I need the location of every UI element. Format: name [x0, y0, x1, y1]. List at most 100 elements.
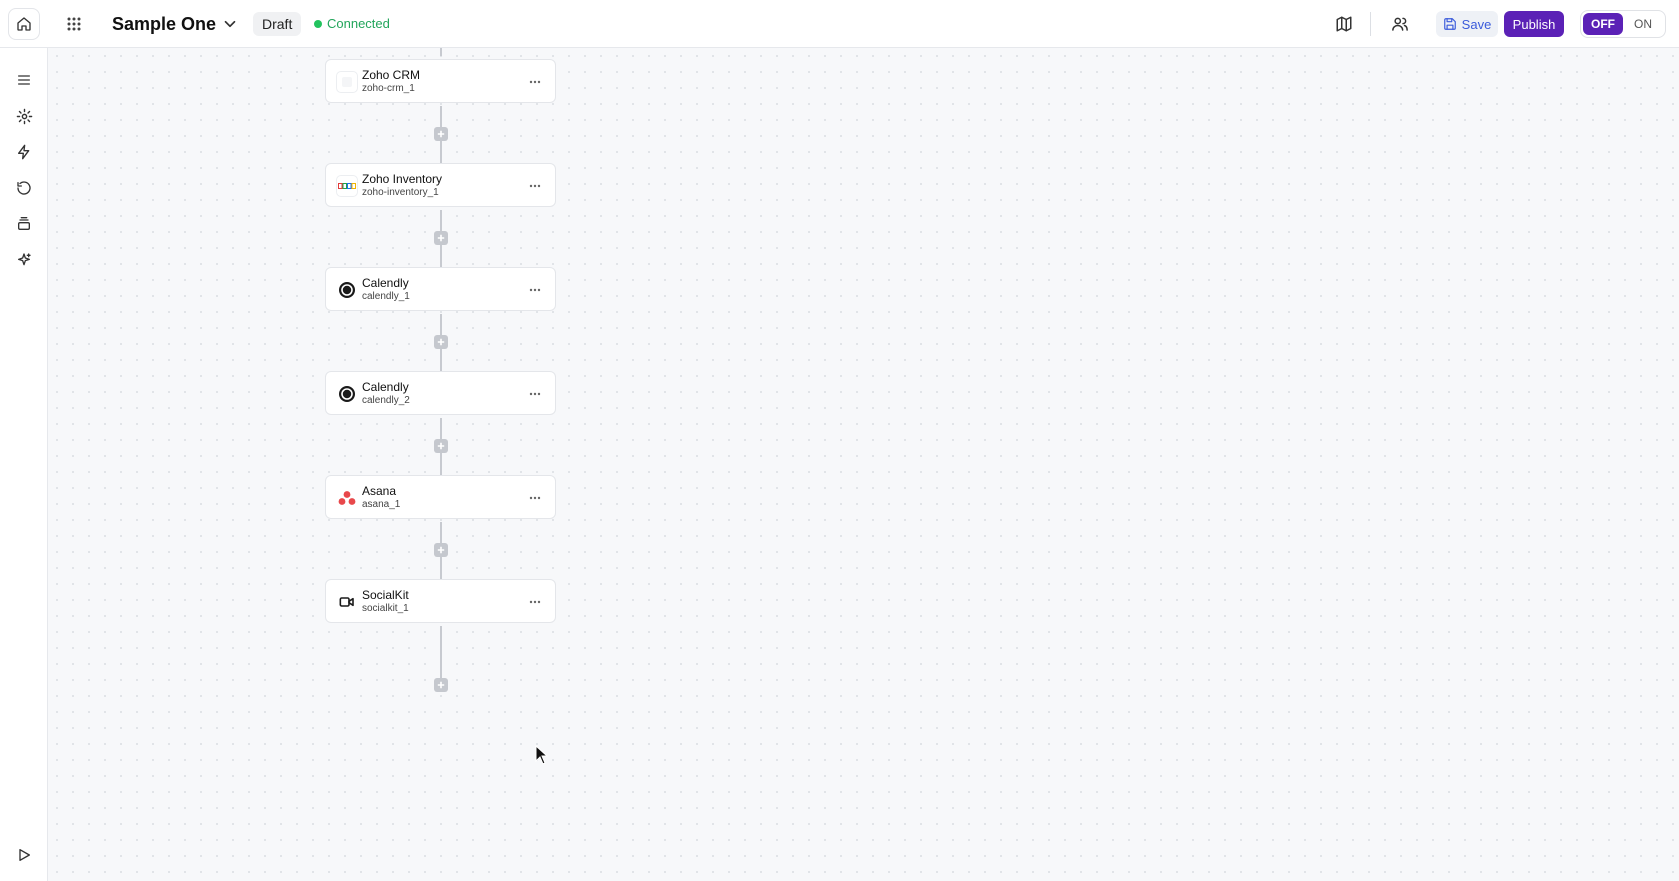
users-icon — [1392, 17, 1408, 31]
sidebar-item-layers[interactable] — [12, 212, 36, 236]
node-subtitle: calendly_1 — [362, 291, 410, 302]
connector-line — [440, 210, 442, 232]
calendly-icon — [336, 383, 358, 405]
plus-icon — [437, 234, 445, 242]
apps-grid-icon — [67, 17, 81, 31]
plus-icon — [437, 681, 445, 689]
workflow-toggle[interactable]: OFF ON — [1580, 10, 1666, 38]
sidebar-item-ai[interactable] — [12, 248, 36, 272]
more-horizontal-icon — [529, 600, 541, 604]
publish-button[interactable]: Publish — [1504, 11, 1564, 37]
mouse-cursor-icon — [535, 745, 549, 765]
connection-status: Connected — [314, 14, 390, 34]
add-step-button[interactable] — [434, 127, 448, 141]
toggle-off-option[interactable]: OFF — [1583, 13, 1623, 35]
plus-icon — [437, 546, 445, 554]
status-dot-icon — [314, 20, 322, 28]
apps-grid-button[interactable] — [62, 12, 86, 36]
play-icon — [19, 849, 30, 861]
connector-line — [440, 626, 442, 678]
node-title: Zoho Inventory — [362, 172, 443, 186]
flow-node-calendly-2[interactable]: Calendly calendly_2 — [325, 371, 556, 415]
connector-line — [440, 48, 442, 56]
workflow-canvas[interactable]: Zoho CRM zoho-crm_1 Zoho Inventory zoho-… — [49, 48, 1679, 881]
node-subtitle: zoho-inventory_1 — [362, 187, 439, 198]
node-title: Calendly — [362, 276, 409, 290]
node-subtitle: asana_1 — [362, 499, 401, 510]
zoho-inventory-icon — [336, 175, 358, 197]
home-icon — [17, 17, 31, 31]
node-title: Calendly — [362, 380, 409, 394]
node-title: Asana — [362, 484, 397, 498]
flow-node-zoho-inventory[interactable]: Zoho Inventory zoho-inventory_1 — [325, 163, 556, 207]
save-button[interactable]: Save — [1436, 11, 1498, 37]
node-more-button[interactable] — [525, 280, 545, 300]
node-more-button[interactable] — [525, 488, 545, 508]
sidebar-item-history[interactable] — [12, 176, 36, 200]
more-horizontal-icon — [529, 288, 541, 292]
toggle-on-option[interactable]: ON — [1623, 13, 1663, 35]
flow-node-socialkit[interactable]: SocialKit socialkit_1 — [325, 579, 556, 623]
flow-node-zoho-crm[interactable]: Zoho CRM zoho-crm_1 — [325, 59, 556, 103]
node-subtitle: calendly_2 — [362, 395, 410, 406]
connector-line — [440, 557, 442, 579]
node-subtitle: zoho-crm_1 — [362, 83, 415, 94]
add-step-button[interactable] — [434, 678, 448, 692]
add-step-button[interactable] — [434, 543, 448, 557]
sidebar-item-run[interactable] — [12, 843, 36, 867]
node-more-button[interactable] — [525, 384, 545, 404]
lightning-icon — [18, 144, 30, 160]
node-more-button[interactable] — [525, 592, 545, 612]
connector-line — [440, 314, 442, 336]
connector-line — [440, 418, 442, 440]
more-horizontal-icon — [529, 80, 541, 84]
plus-icon — [437, 130, 445, 138]
more-horizontal-icon — [529, 496, 541, 500]
history-icon — [17, 181, 31, 195]
node-more-button[interactable] — [525, 72, 545, 92]
connection-status-label: Connected — [327, 16, 390, 31]
flow-node-calendly-1[interactable]: Calendly calendly_1 — [325, 267, 556, 311]
sidebar-item-settings[interactable] — [12, 104, 36, 128]
node-title: SocialKit — [362, 588, 409, 602]
home-button[interactable] — [8, 8, 40, 40]
draft-badge: Draft — [253, 12, 302, 36]
top-bar: Sample One Draft Connected Save Publish … — [0, 0, 1679, 48]
add-step-button[interactable] — [434, 335, 448, 349]
left-sidebar — [0, 48, 48, 881]
flow-node-asana[interactable]: Asana asana_1 — [325, 475, 556, 519]
sidebar-item-triggers[interactable] — [12, 140, 36, 164]
more-horizontal-icon — [529, 184, 541, 188]
plus-icon — [437, 442, 445, 450]
page-title[interactable]: Sample One — [112, 12, 216, 36]
connector-line — [440, 245, 442, 267]
sparkle-icon — [18, 253, 31, 266]
node-more-button[interactable] — [525, 176, 545, 196]
asana-icon — [336, 487, 358, 509]
connector-line — [440, 141, 442, 163]
node-title: Zoho CRM — [362, 68, 421, 82]
zoho-crm-icon — [336, 71, 358, 93]
plus-icon — [437, 338, 445, 346]
connector-line — [440, 522, 442, 544]
map-button[interactable] — [1332, 12, 1356, 36]
calendly-icon — [336, 279, 358, 301]
more-horizontal-icon — [529, 392, 541, 396]
sidebar-item-menu[interactable] — [12, 68, 36, 92]
layers-icon — [18, 217, 30, 230]
video-camera-icon — [336, 591, 358, 613]
node-subtitle: socialkit_1 — [362, 603, 409, 614]
map-icon — [1336, 16, 1352, 32]
collaborators-button[interactable] — [1388, 12, 1412, 36]
settings-icon — [16, 108, 32, 124]
save-button-label: Save — [1461, 16, 1492, 32]
menu-icon — [18, 75, 30, 85]
save-icon — [1443, 18, 1456, 30]
connector-line — [440, 453, 442, 475]
add-step-button[interactable] — [434, 439, 448, 453]
toolbar-divider — [1370, 12, 1371, 36]
chevron-down-icon[interactable] — [221, 15, 239, 33]
connector-line — [440, 349, 442, 371]
connector-line — [440, 106, 442, 128]
add-step-button[interactable] — [434, 231, 448, 245]
